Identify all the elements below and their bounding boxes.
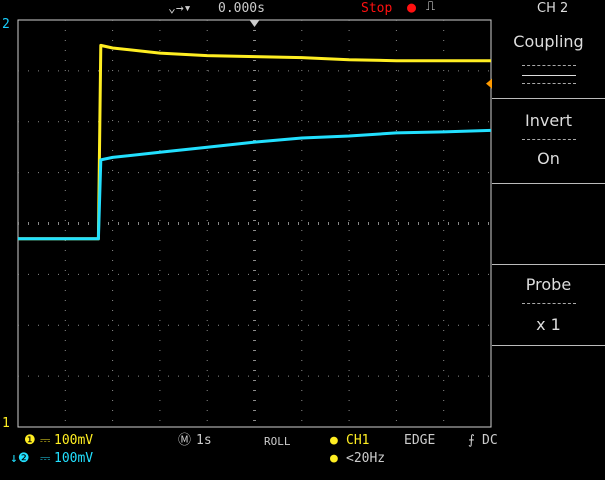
trigger-source: CH1 [346,433,370,448]
horizontal-arrow-icon: ⌄→▾ [168,1,192,16]
rising-edge-icon: ⨍ [468,433,475,448]
main-timebase-icon: Ⓜ [178,433,192,448]
dc-coupling-icon-dashes [522,83,576,84]
probe-value: x 1 [536,315,561,334]
divider [522,139,576,140]
probe-softkey[interactable]: Probe x 1 [492,265,605,346]
trigger-state-icon: ⎍ [426,0,436,14]
divider [522,65,576,66]
dc-coupling-icon: ⎓ [40,433,51,448]
trigger-coupling: DC [482,433,498,448]
side-menu: Coupling Invert On Probe x 1 [492,0,605,430]
dc-coupling-icon [522,75,576,76]
ch2-invert-arrow-icon: ↓❷ [10,451,30,466]
coupling-label: Coupling [513,32,584,51]
ch1-badge-icon: ❶ [24,433,36,448]
invert-label: Invert [524,111,573,130]
divider [522,303,576,304]
timebase: 1s [196,433,212,448]
filter-setting: <20Hz [346,451,386,466]
ch2-ground-marker: 2 [2,17,10,32]
probe-label: Probe [525,275,572,294]
trigger-type: EDGE [404,433,436,448]
invert-value: On [537,149,560,168]
stop-icon: ● [407,0,417,16]
ch1-scale: 100mV [54,433,94,448]
ch2-scale: 100mV [54,451,94,466]
empty-softkey[interactable] [492,184,605,265]
status-bar: 2 ⌄→▾ 0.000s Stop ● ⎍ CH 2 [0,0,568,32]
horizontal-position: 0.000s [218,1,265,16]
filter-badge-icon: ● [330,451,338,466]
acquire-mode: ROLL [264,435,291,448]
invert-softkey[interactable]: Invert On [492,99,605,184]
trigger-badge-icon: ● [330,433,338,448]
dc-coupling-icon: ⎓ [40,451,51,466]
ch1-ground-marker: 1 [2,416,10,431]
trigger-position-marker [249,20,260,27]
run-status: Stop [361,1,393,16]
coupling-softkey[interactable]: Coupling [492,20,605,99]
